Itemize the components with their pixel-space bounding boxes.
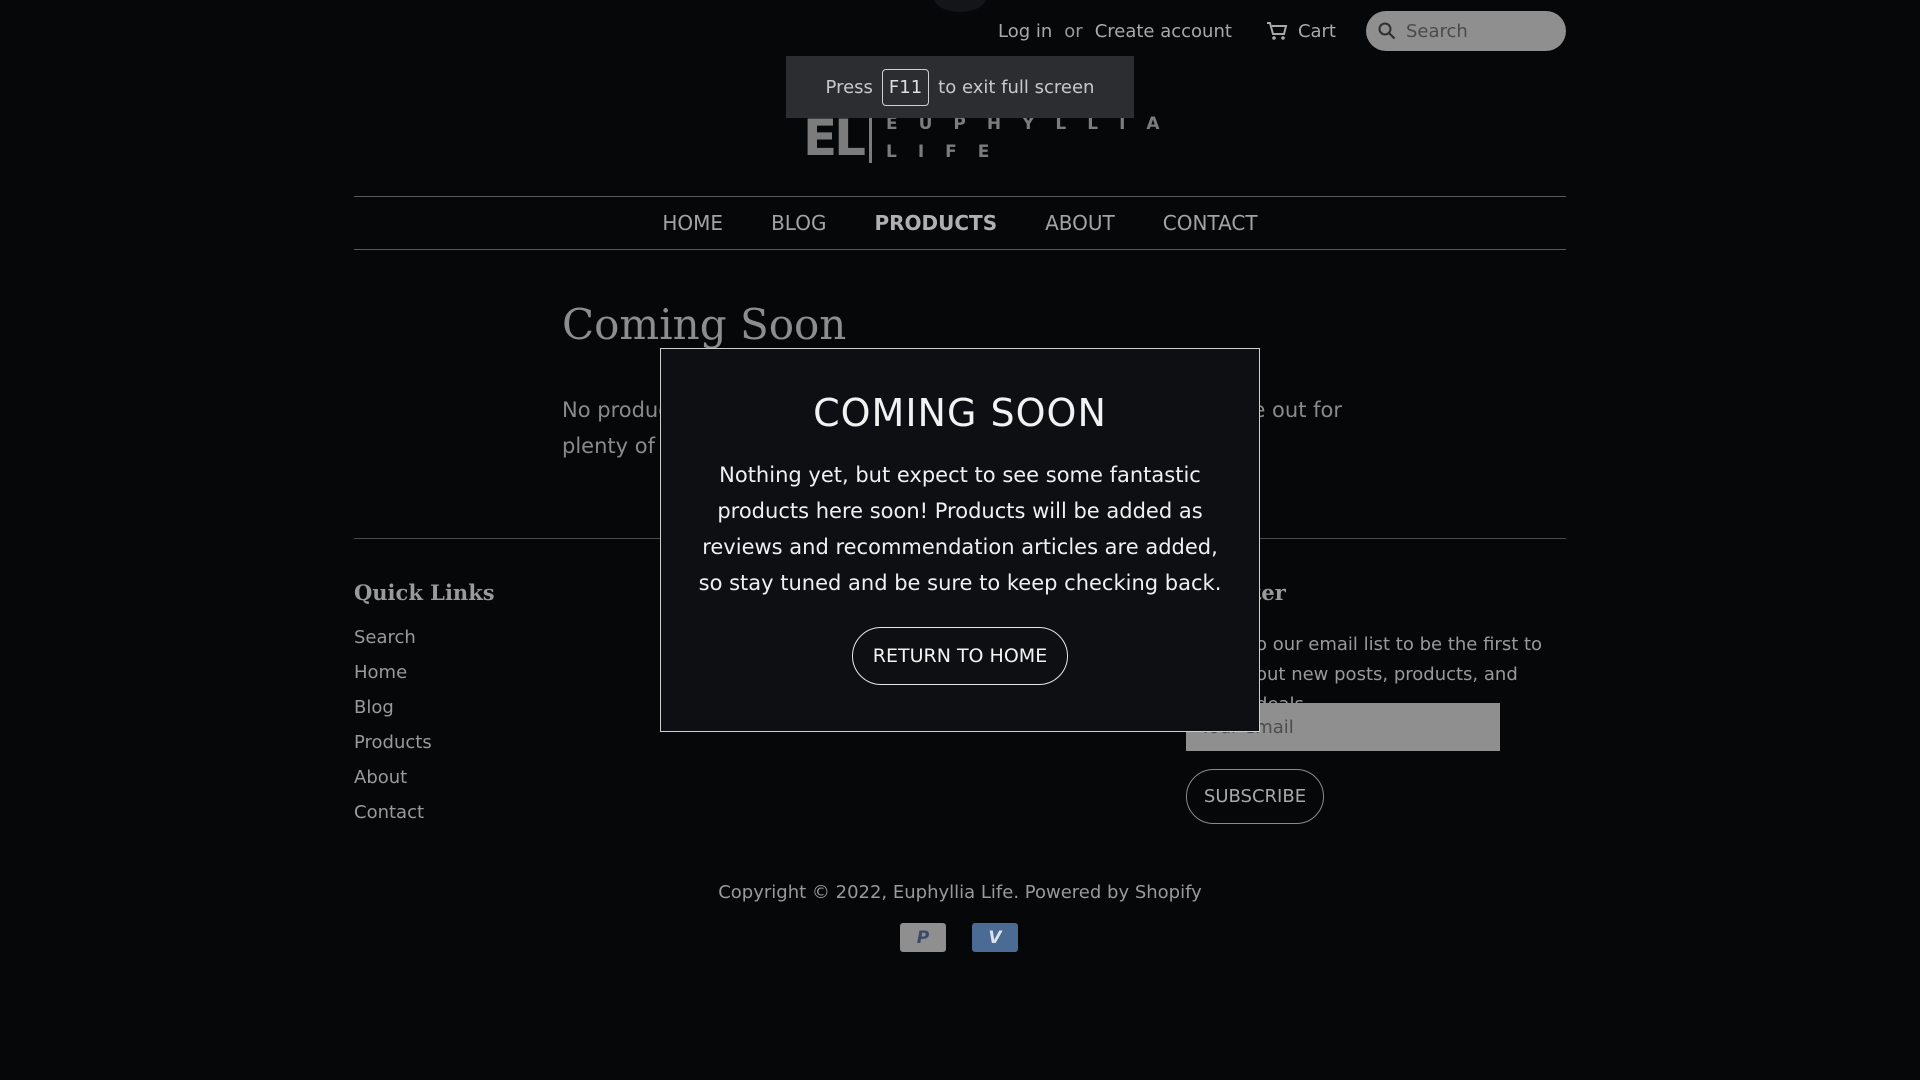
or-text: or [1064, 20, 1083, 42]
toast-key: F11 [881, 68, 930, 106]
site-logo[interactable]: EL EUPHYLLIA LIFE [803, 110, 1181, 166]
logo-divider [869, 113, 873, 163]
login-link[interactable]: Log in [998, 21, 1052, 42]
top-edge-shape [934, 0, 986, 12]
footer-link-search[interactable]: Search [354, 620, 432, 655]
footer-link-about[interactable]: About [354, 760, 432, 795]
paypal-icon: P [900, 923, 946, 952]
fullscreen-toast: Press F11 to exit full screen [786, 56, 1134, 118]
modal-text: Nothing yet, but expect to see some fant… [698, 463, 1222, 595]
nav-contact[interactable]: CONTACT [1163, 211, 1258, 235]
toast-press-text: Press [825, 76, 873, 98]
page-body-line-1-tail: e out for [1252, 398, 1342, 422]
cart-link[interactable]: Cart [1266, 21, 1336, 42]
footer-link-products[interactable]: Products [354, 725, 432, 760]
search-input[interactable] [1404, 19, 1558, 43]
logo-line-2: LIFE [886, 142, 1011, 162]
create-account-link[interactable]: Create account [1095, 21, 1232, 42]
header-account-bar: Log in or Create account Cart [998, 10, 1566, 52]
coming-soon-modal: COMING SOON Nothing yet, but expect to s… [660, 348, 1260, 732]
logo-wordmark: EUPHYLLIA LIFE [886, 110, 1181, 166]
nav-products[interactable]: PRODUCTS [874, 211, 997, 235]
logo-mark: EL [803, 109, 866, 167]
subscribe-button[interactable]: SUBSCRIBE [1186, 769, 1324, 824]
venmo-icon: V [972, 923, 1018, 952]
page-title: Coming Soon [562, 300, 847, 349]
nav-home[interactable]: HOME [662, 211, 723, 235]
quick-links-list: Search Home Blog Products About Contact [354, 620, 432, 830]
quick-links-heading: Quick Links [354, 580, 495, 605]
toast-message: to exit full screen [938, 76, 1095, 98]
nav-blog[interactable]: BLOG [771, 211, 826, 235]
footer-link-home[interactable]: Home [354, 655, 432, 690]
cart-icon [1266, 22, 1288, 40]
search-icon[interactable] [1378, 22, 1396, 40]
payment-icons: P V [900, 923, 1018, 952]
footer-link-blog[interactable]: Blog [354, 690, 432, 725]
modal-title: COMING SOON [813, 391, 1107, 435]
search-box [1366, 11, 1566, 51]
copyright-text: Copyright © 2022, Euphyllia Life. Powere… [718, 882, 1202, 903]
cart-label: Cart [1297, 20, 1336, 42]
footer-link-contact[interactable]: Contact [354, 795, 432, 830]
return-home-button[interactable]: RETURN TO HOME [852, 627, 1068, 685]
page-body-line-1: No produc [562, 398, 670, 422]
nav-about[interactable]: ABOUT [1045, 211, 1115, 235]
main-nav: HOME BLOG PRODUCTS ABOUT CONTACT [354, 196, 1566, 250]
